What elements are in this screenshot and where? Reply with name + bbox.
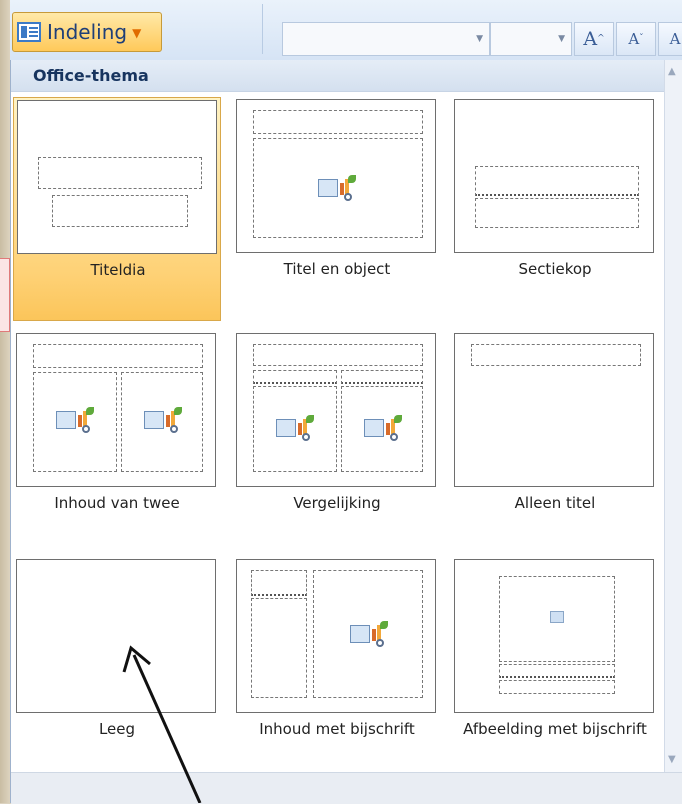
layout-thumbnail xyxy=(16,333,216,487)
caption-title-placeholder xyxy=(251,570,307,596)
layout-label: Vergelijking xyxy=(293,494,381,512)
font-name-combobox[interactable]: ▼ xyxy=(282,22,490,56)
gallery-footer xyxy=(11,772,682,804)
section-title-placeholder xyxy=(475,166,639,196)
right-content-placeholder xyxy=(341,386,423,472)
layout-label: Afbeelding met bijschrift xyxy=(463,720,647,738)
layout-thumbnail xyxy=(236,559,436,713)
layout-label: Inhoud met bijschrift xyxy=(259,720,415,738)
subtitle-placeholder xyxy=(52,195,188,227)
title-placeholder xyxy=(33,344,203,368)
title-placeholder xyxy=(471,344,641,366)
grow-font-icon: A xyxy=(583,28,598,50)
left-content-placeholder xyxy=(253,386,337,472)
gallery-header: Office-thema xyxy=(11,60,665,92)
layout-thumbnail xyxy=(454,333,654,487)
object-placeholder-icon xyxy=(364,415,402,441)
section-text-placeholder xyxy=(475,198,639,228)
left-content-placeholder xyxy=(33,372,117,472)
chevron-down-icon[interactable]: ▼ xyxy=(558,34,565,44)
title-placeholder xyxy=(38,157,202,189)
clear-formatting-button[interactable]: A xyxy=(658,22,682,56)
left-window-edge xyxy=(0,0,10,803)
layout-label: Sectiekop xyxy=(518,260,592,278)
shrink-font-icon: A xyxy=(628,30,640,48)
caption-text-placeholder xyxy=(499,680,615,694)
layout-tile-inhoud-met-bijschrift[interactable]: Inhoud met bijschrift xyxy=(233,557,441,781)
layout-tile-inhoud-van-twee[interactable]: Inhoud van twee xyxy=(13,331,221,555)
chevron-down-icon: ▼ xyxy=(132,26,142,40)
title-placeholder xyxy=(253,110,423,134)
layout-thumbnail xyxy=(16,559,216,713)
layout-button[interactable]: Indeling ▼ xyxy=(12,12,162,52)
layout-button-label: Indeling xyxy=(47,20,128,44)
layout-tile-afbeelding-met-bijschrift[interactable]: Afbeelding met bijschrift xyxy=(451,557,659,781)
chevron-down-icon[interactable]: ▼ xyxy=(476,34,483,44)
object-placeholder-icon xyxy=(144,407,182,433)
content-placeholder xyxy=(253,138,423,238)
layout-label: Leeg xyxy=(98,720,136,738)
layout-thumbnail xyxy=(17,100,217,254)
picture-placeholder xyxy=(499,576,615,662)
left-heading-placeholder xyxy=(253,370,337,384)
ribbon-separator xyxy=(262,4,263,54)
scroll-down-icon[interactable]: ▼ xyxy=(668,754,676,765)
scroll-up-icon[interactable]: ▲ xyxy=(668,66,676,77)
right-content-placeholder xyxy=(121,372,203,472)
layout-thumbnail xyxy=(236,333,436,487)
caption-text-placeholder xyxy=(251,598,307,698)
left-edge-tab xyxy=(0,258,10,332)
layout-tile-titeldia[interactable]: Titeldia xyxy=(13,97,221,321)
layout-tile-vergelijking[interactable]: Vergelijking xyxy=(233,331,441,555)
layout-icon xyxy=(17,22,41,42)
layout-thumbnail xyxy=(454,99,654,253)
gallery-scrollbar[interactable]: ▲ ▼ xyxy=(664,60,682,772)
caption-title-placeholder xyxy=(499,664,615,678)
grow-font-button[interactable]: A ^ xyxy=(574,22,614,56)
layout-label: Titel en object xyxy=(283,260,391,278)
layout-label: Inhoud van twee xyxy=(54,494,180,512)
picture-icon xyxy=(550,611,564,623)
layout-tile-alleen-titel[interactable]: Alleen titel xyxy=(451,331,659,555)
object-placeholder-icon xyxy=(276,415,314,441)
ribbon-toolbar: Indeling ▼ ▼ ▼ A ^ Aˇ A xyxy=(10,0,682,61)
layout-tile-sectiekop[interactable]: Sectiekop xyxy=(451,97,659,321)
object-placeholder-icon xyxy=(318,175,356,201)
title-placeholder xyxy=(253,344,423,366)
content-placeholder xyxy=(313,570,423,698)
layout-label: Alleen titel xyxy=(514,494,596,512)
clear-formatting-icon: A xyxy=(669,30,681,48)
shrink-font-button[interactable]: Aˇ xyxy=(616,22,656,56)
object-placeholder-icon xyxy=(56,407,94,433)
layout-tile-leeg[interactable]: Leeg xyxy=(13,557,221,781)
layout-thumbnail xyxy=(454,559,654,713)
layout-tile-titel-en-object[interactable]: Titel en object xyxy=(233,97,441,321)
layout-thumbnail xyxy=(236,99,436,253)
font-size-combobox[interactable]: ▼ xyxy=(490,22,572,56)
layout-label: Titeldia xyxy=(90,261,146,279)
layout-gallery: Office-thema Titeldia Titel en object Se… xyxy=(10,60,682,804)
object-placeholder-icon xyxy=(350,621,388,647)
right-heading-placeholder xyxy=(341,370,423,384)
